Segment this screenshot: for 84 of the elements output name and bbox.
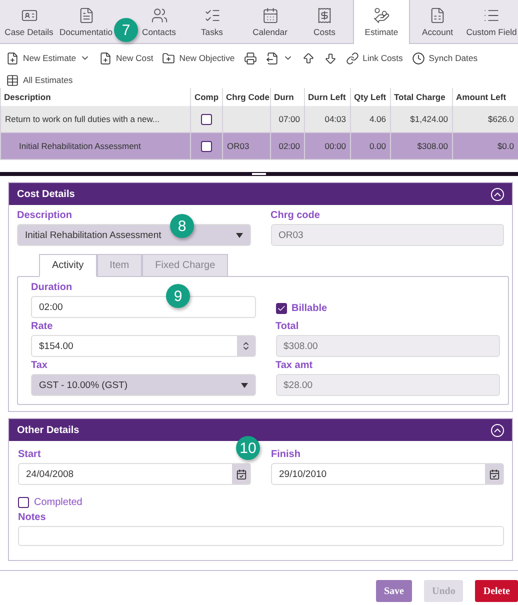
- table-cell: 0.00: [350, 133, 390, 160]
- action-button[interactable]: Save: [376, 580, 412, 602]
- table-cell: $626.0: [452, 106, 518, 133]
- checkbox-label: Billable: [292, 303, 328, 314]
- checkbox-label: Completed: [34, 497, 82, 508]
- tab-icon: [316, 6, 333, 24]
- nav-tab[interactable]: Estimate: [353, 0, 410, 44]
- toolbar-icon: [99, 52, 112, 64]
- nav-tab[interactable]: Tasks: [180, 0, 244, 43]
- toolbar-button[interactable]: New Objective: [162, 48, 235, 68]
- toolbar-icon: [412, 52, 425, 64]
- readonly-field: $28.00: [276, 374, 500, 396]
- nav-tab[interactable]: Calendar: [244, 0, 296, 43]
- nav-tab[interactable]: Custom Field: [465, 0, 518, 43]
- toolbar-button[interactable]: All Estimates: [6, 70, 512, 90]
- table-cell: $1,424.00: [390, 106, 452, 133]
- toolbar-button[interactable]: New Estimate: [6, 48, 90, 68]
- checkbox[interactable]: [201, 114, 212, 124]
- dropdown[interactable]: GST - 10.00% (GST): [31, 374, 256, 396]
- table-cell: 04:03: [304, 106, 350, 133]
- nav-tab[interactable]: Contacts: [138, 0, 180, 43]
- table-cell: $0.0: [452, 133, 518, 160]
- calendar-icon: [232, 464, 250, 484]
- input-field[interactable]: 24/04/2008: [18, 463, 251, 485]
- field-label: Finish: [271, 449, 302, 460]
- step-badge: 8: [170, 214, 194, 238]
- toolbar-icon: [346, 52, 359, 64]
- table-cell: OR03: [222, 133, 270, 160]
- caret-icon: [236, 232, 242, 238]
- readonly-field: $308.00: [276, 335, 500, 357]
- field-label: Total: [276, 321, 300, 332]
- toolbar-icon: [162, 52, 176, 64]
- column-header: Chrg Code: [222, 88, 270, 106]
- form-tab[interactable]: Activity: [39, 254, 97, 277]
- toolbar-icon: [266, 52, 279, 64]
- table-cell: Initial Rehabilitation Assessment: [0, 133, 190, 160]
- nav-tab[interactable]: Documentatio: [58, 0, 114, 43]
- checkbox[interactable]: [18, 497, 29, 508]
- table-cell: 07:00: [270, 106, 304, 133]
- spinner-icon: [236, 336, 254, 356]
- checkbox[interactable]: [276, 303, 286, 314]
- input-field[interactable]: $154.00: [31, 335, 256, 357]
- toolbar-icon: [302, 52, 315, 64]
- field-label: Notes: [18, 512, 47, 523]
- field-label: Duration: [31, 282, 74, 293]
- notes-field[interactable]: [18, 526, 504, 546]
- caret-icon: [240, 382, 248, 388]
- field-label: Tax amt: [276, 360, 314, 371]
- step-badge: 9: [166, 284, 190, 308]
- tab-icon: [78, 6, 94, 24]
- table-cell: Return to work on full duties with a new...: [0, 106, 190, 133]
- nav-tab[interactable]: Costs: [296, 0, 353, 43]
- input-field[interactable]: 29/10/2010: [271, 463, 504, 485]
- calendar-icon: [485, 464, 503, 484]
- nav-tab[interactable]: Account: [410, 0, 465, 43]
- toolbar-button[interactable]: New Cost: [99, 48, 154, 68]
- toolbar-button[interactable]: Synch Dates: [412, 48, 478, 68]
- field-label: Start: [18, 449, 42, 460]
- tab-icon: [262, 6, 278, 24]
- action-button[interactable]: Delete: [475, 580, 518, 602]
- table-cell: 4.06: [350, 106, 390, 133]
- toolbar-icon: [324, 52, 337, 64]
- collapse-icon[interactable]: [491, 424, 504, 436]
- tab-icon: [373, 7, 390, 24]
- table-cell: 00:00: [304, 133, 350, 160]
- panel-title: Other Details: [17, 424, 80, 436]
- toolbar-icon: [6, 74, 19, 86]
- table-cell: 02:00: [270, 133, 304, 160]
- table-cell: $308.00: [390, 133, 452, 160]
- toolbar-button[interactable]: Link Costs: [346, 48, 403, 68]
- nav-tab[interactable]: Case Details: [0, 0, 58, 43]
- field-label: Chrg code: [270, 210, 321, 221]
- field-label: Rate: [31, 321, 54, 332]
- checkbox[interactable]: [201, 140, 212, 152]
- field-label: Description: [17, 210, 74, 221]
- field-label: Tax: [31, 360, 48, 371]
- collapse-icon[interactable]: [491, 188, 504, 200]
- panel-title: Cost Details: [17, 188, 75, 200]
- step-badge: 10: [236, 436, 260, 460]
- tab-icon: [429, 6, 446, 24]
- tab-icon: [150, 6, 168, 24]
- toolbar-icon: [244, 52, 257, 64]
- toolbar-icon: [6, 52, 19, 64]
- readonly-field: OR03: [270, 224, 504, 246]
